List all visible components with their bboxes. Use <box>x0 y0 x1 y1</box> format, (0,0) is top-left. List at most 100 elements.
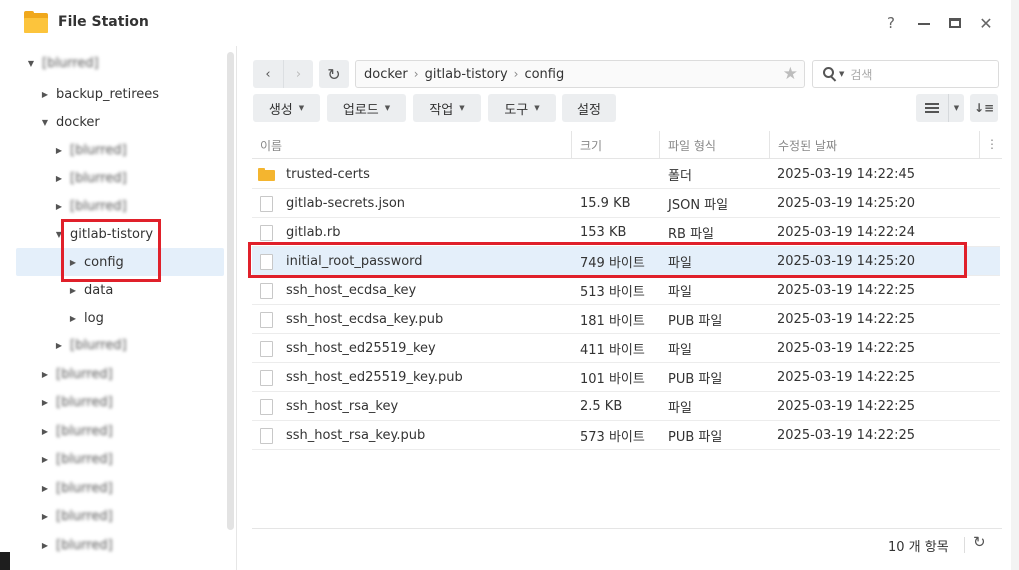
caret-right-icon: ▶ <box>41 369 49 379</box>
tree-item-label: [blurred] <box>70 198 127 214</box>
breadcrumb-separator: › <box>413 67 419 81</box>
tree-item-label: docker <box>56 114 100 130</box>
table-row[interactable]: trusted-certs 폴더 2025-03-19 14:22:45 <box>252 160 1000 189</box>
favorite-star-icon[interactable]: ★ <box>783 64 798 84</box>
chevron-down-icon: ▼ <box>459 104 465 112</box>
tree-item-blurred[interactable]: ▶ [blurred] <box>38 532 113 558</box>
caret-down-icon: ▼ <box>27 58 35 68</box>
search-input[interactable]: ▼ 검색 <box>812 60 999 88</box>
tree-item-config[interactable]: ▶ config <box>66 249 124 275</box>
file-size: 749 바이트 <box>580 256 645 271</box>
tools-button-label: 도구 <box>504 102 529 118</box>
refresh-button[interactable]: ↻ <box>319 60 349 88</box>
sidebar-scrollbar[interactable] <box>227 52 234 530</box>
tree-item-label: [blurred] <box>56 508 113 524</box>
tree-item-blurred[interactable]: ▶ [blurred] <box>38 503 113 529</box>
file-type: PUB 파일 <box>668 314 723 329</box>
caret-right-icon: ▶ <box>41 483 49 493</box>
table-row[interactable]: ssh_host_ecdsa_key 513 바이트 파일 2025-03-19… <box>252 276 1000 305</box>
table-row-selected[interactable]: initial_root_password 749 바이트 파일 2025-03… <box>252 247 1000 276</box>
tree-root[interactable]: ▼ [blurred] <box>24 50 99 76</box>
tree-item-label: config <box>84 254 124 270</box>
help-button[interactable]: ? <box>880 12 902 34</box>
tree-item-blurred[interactable]: ▶ [blurred] <box>52 193 127 219</box>
file-name: ssh_host_ed25519_key <box>286 341 436 356</box>
create-button-label: 생성 <box>268 102 293 118</box>
view-mode-button[interactable]: ▼ <box>916 94 964 122</box>
chevron-down-icon: ▼ <box>839 70 845 78</box>
history-nav: ‹ › <box>253 60 313 88</box>
tree-item-label: [blurred] <box>70 142 127 158</box>
file-name: ssh_host_rsa_key.pub <box>286 428 426 443</box>
create-button[interactable]: 생성 ▼ <box>253 94 320 122</box>
tools-button[interactable]: 도구 ▼ <box>488 94 556 122</box>
file-size: 513 바이트 <box>580 285 645 300</box>
tree-item-label: [blurred] <box>70 337 127 353</box>
table-row[interactable]: ssh_host_ed25519_key.pub 101 바이트 PUB 파일 … <box>252 363 1000 392</box>
caret-right-icon: ▶ <box>55 173 63 183</box>
tree-item-label: [blurred] <box>56 537 113 553</box>
caret-right-icon: ▶ <box>41 511 49 521</box>
file-icon <box>260 340 273 357</box>
tree-item-label: [blurred] <box>56 451 113 467</box>
minimize-button[interactable] <box>913 12 935 34</box>
column-header-size[interactable]: 크기 <box>572 131 660 159</box>
table-row[interactable]: gitlab-secrets.json 15.9 KB JSON 파일 2025… <box>252 189 1000 218</box>
tree-item-blurred[interactable]: ▶ [blurred] <box>52 137 127 163</box>
file-date: 2025-03-19 14:22:25 <box>777 399 916 414</box>
tree-item-log[interactable]: ▶ log <box>66 305 104 331</box>
footer-refresh-button[interactable]: ↻ <box>973 533 986 551</box>
settings-button-label: 설정 <box>577 102 601 118</box>
tree-item-backup-retirees[interactable]: ▶ backup_retirees <box>38 81 159 107</box>
tree-item-label: gitlab-tistory <box>70 226 154 242</box>
table-row[interactable]: ssh_host_rsa_key 2.5 KB 파일 2025-03-19 14… <box>252 392 1000 421</box>
folder-tree-sidebar: ▼ [blurred] ▶ backup_retirees ▼ docker ▶… <box>0 46 236 570</box>
window-title: File Station <box>58 14 149 30</box>
close-button[interactable]: ✕ <box>975 12 997 34</box>
column-header-name[interactable]: 이름 <box>252 131 572 159</box>
upload-button[interactable]: 업로드 ▼ <box>327 94 406 122</box>
background-edge <box>0 552 10 570</box>
file-name: trusted-certs <box>286 167 370 182</box>
tree-item-blurred[interactable]: ▶ [blurred] <box>38 418 113 444</box>
breadcrumb-gitlab-tistory[interactable]: gitlab-tistory <box>425 67 508 82</box>
column-header-modified[interactable]: 수정된 날짜 <box>770 131 980 159</box>
file-date: 2025-03-19 14:22:25 <box>777 341 916 356</box>
status-footer: 10 개 항목 ↻ <box>252 528 1002 558</box>
sort-button[interactable]: ↓≡ <box>970 94 998 122</box>
tree-item-blurred[interactable]: ▶ [blurred] <box>38 446 113 472</box>
tree-item-data[interactable]: ▶ data <box>66 277 113 303</box>
chevron-down-icon: ▼ <box>384 104 391 112</box>
table-row[interactable]: ssh_host_ecdsa_key.pub 181 바이트 PUB 파일 20… <box>252 305 1000 334</box>
tree-item-blurred[interactable]: ▶ [blurred] <box>38 361 113 387</box>
tree-item-blurred[interactable]: ▶ [blurred] <box>38 475 113 501</box>
list-view-icon <box>916 94 948 122</box>
forward-button[interactable]: › <box>283 60 313 88</box>
settings-button[interactable]: 설정 <box>562 94 616 122</box>
breadcrumb-config[interactable]: config <box>524 67 564 82</box>
file-date: 2025-03-19 14:22:24 <box>777 225 916 240</box>
tree-item-blurred[interactable]: ▶ [blurred] <box>52 165 127 191</box>
tree-item-blurred[interactable]: ▶ [blurred] <box>38 389 113 415</box>
breadcrumb-docker[interactable]: docker <box>364 67 408 82</box>
tree-item-label: backup_retirees <box>56 86 160 102</box>
column-header-type[interactable]: 파일 형식 <box>660 131 770 159</box>
column-options-icon[interactable]: ⋮ <box>986 137 998 151</box>
search-icon <box>823 67 837 82</box>
action-button[interactable]: 작업 ▼ <box>413 94 481 122</box>
path-bar[interactable]: docker › gitlab-tistory › config ★ <box>355 60 805 88</box>
tree-item-docker[interactable]: ▼ docker <box>38 109 100 135</box>
minimize-icon <box>918 23 930 25</box>
tree-item-blurred[interactable]: ▶ [blurred] <box>52 332 127 358</box>
table-row[interactable]: ssh_host_rsa_key.pub 573 바이트 PUB 파일 2025… <box>252 421 1000 450</box>
tree-item-label: [blurred] <box>56 366 113 382</box>
tree-item-gitlab-tistory[interactable]: ▼ gitlab-tistory <box>52 221 153 247</box>
maximize-button[interactable] <box>944 12 966 34</box>
file-size: 15.9 KB <box>580 196 631 211</box>
table-row[interactable]: ssh_host_ed25519_key 411 바이트 파일 2025-03-… <box>252 334 1000 363</box>
chevron-down-icon: ▼ <box>534 104 540 112</box>
back-button[interactable]: ‹ <box>253 60 283 88</box>
tree-root-label: [blurred] <box>42 55 99 71</box>
file-icon <box>260 253 273 270</box>
table-row[interactable]: gitlab.rb 153 KB RB 파일 2025-03-19 14:22:… <box>252 218 1000 247</box>
